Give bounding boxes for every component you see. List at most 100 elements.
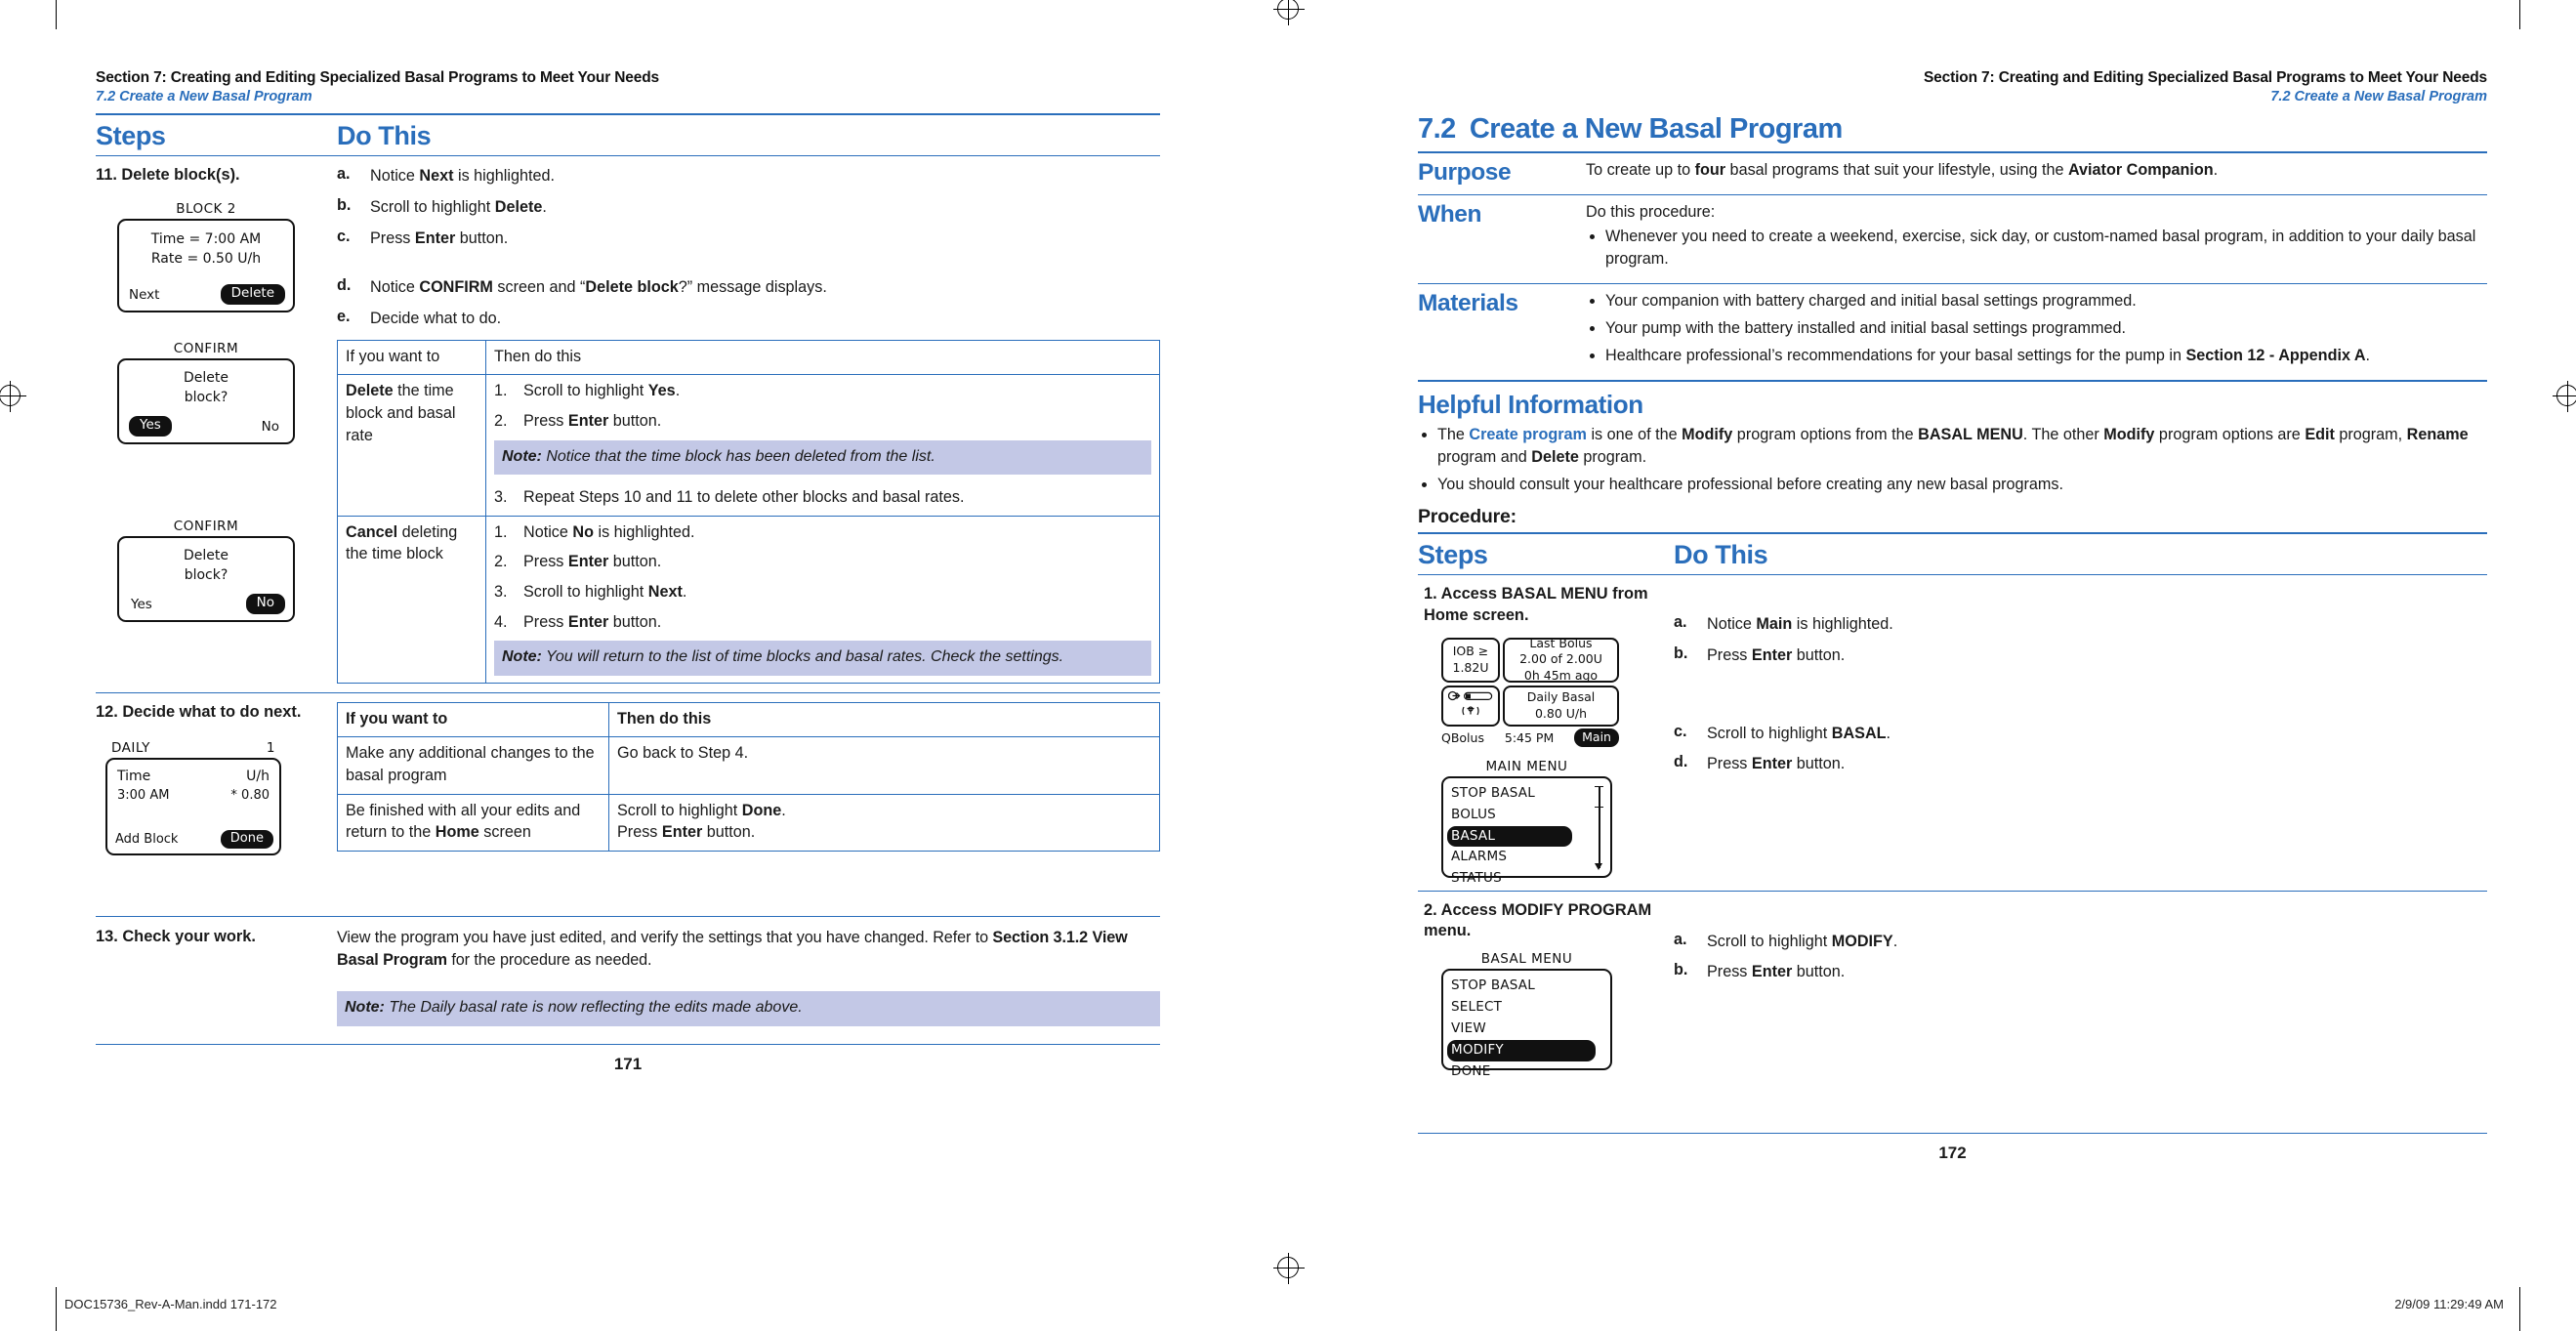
step-12-title: 12. Decide what to do next. bbox=[96, 702, 302, 721]
main-menu-item-stop-basal[interactable]: STOP BASAL bbox=[1447, 783, 1606, 805]
basal-menu-item-done[interactable]: DONE bbox=[1447, 1061, 1606, 1083]
list-item: 2. Press Enter button. bbox=[494, 410, 1151, 433]
left-running-head: Section 7: Creating and Editing Speciali… bbox=[96, 69, 660, 86]
step-11-r1-s2-num: 2. bbox=[494, 411, 508, 430]
step-11c-label: c. bbox=[337, 227, 351, 245]
home-cell-iob[interactable]: IOB ≥ 1.82U bbox=[1441, 637, 1500, 683]
list-item: 3. Scroll to highlight Next. bbox=[494, 581, 1151, 603]
home-cell-last-bolus[interactable]: Last Bolus 2.00 of 2.00U 0h 45m ago bbox=[1503, 636, 1619, 683]
screen-confirm-no-line2: block? bbox=[184, 567, 229, 584]
helpful-information-heading: Helpful Information bbox=[1418, 390, 1643, 420]
step-11-r1-s3-text: Repeat Steps 10 and 11 to delete other b… bbox=[523, 487, 965, 506]
purpose-body: To create up to four basal programs that… bbox=[1586, 161, 2219, 180]
right-page-folio: 172 bbox=[1938, 1144, 1967, 1163]
home-cell-daily-basal[interactable]: Daily Basal 0.80 U/h bbox=[1503, 685, 1619, 727]
step-11b-label: b. bbox=[337, 195, 352, 214]
step-11-r2-s4-num: 4. bbox=[494, 612, 508, 631]
basal-menu-item-view[interactable]: VIEW bbox=[1447, 1019, 1606, 1040]
print-slug-left: DOC15736_Rev-A-Man.indd 171-172 bbox=[64, 1297, 277, 1311]
list-item: 2. Press Enter button. bbox=[494, 551, 1151, 573]
step-11-r2-s1-text: Notice No is highlighted. bbox=[523, 522, 695, 541]
screen-confirm-no-line1: Delete bbox=[184, 547, 229, 563]
step-12-row2-if: Be finished with all your edits and retu… bbox=[337, 793, 609, 853]
main-menu-item-basal[interactable]: BASAL bbox=[1447, 825, 1572, 848]
step-11c: c. Press Enter button. bbox=[337, 228, 1160, 250]
screen-block-2-next-button[interactable]: Next bbox=[129, 287, 159, 303]
step-13-note-label: Note: bbox=[345, 999, 385, 1017]
page-172: Section 7: Creating and Editing Speciali… bbox=[1288, 0, 2576, 1331]
screen-daily-caption: DAILY bbox=[111, 740, 150, 757]
screen-basal-menu: BASAL MENU STOP BASAL SELECT VIEW MODIFY… bbox=[1441, 951, 1612, 1079]
screen-daily-done-button[interactable]: Done bbox=[220, 829, 273, 850]
screen-confirm-yes-no-button[interactable]: No bbox=[262, 419, 279, 435]
list-item: 3. Repeat Steps 10 and 11 to delete othe… bbox=[494, 486, 1151, 509]
step-11-left-column: 11. Delete block(s). BLOCK 2 Time = 7:00… bbox=[96, 165, 337, 622]
home-bolus-label: Last Bolus bbox=[1529, 636, 1593, 651]
screen-confirm-yes-yes-button[interactable]: Yes bbox=[129, 416, 172, 437]
step-13-left-column: 13. Check your work. bbox=[96, 927, 337, 948]
screen-confirm-yes-line2: block? bbox=[184, 390, 229, 406]
step-11e: e. Decide what to do. bbox=[337, 308, 1160, 330]
when-intro: Do this procedure: bbox=[1586, 203, 1716, 222]
step-12-left-column: 12. Decide what to do next. DAILY 1 Time… bbox=[96, 702, 337, 856]
list-item: The Create program is one of the Modify … bbox=[1437, 424, 2487, 469]
helpful-information-list: The Create program is one of the Modify … bbox=[1418, 424, 2487, 496]
print-slug-right: 2/9/09 11:29:49 AM bbox=[2394, 1297, 2504, 1311]
main-menu-item-bolus[interactable]: BOLUS bbox=[1447, 805, 1606, 826]
table-row: Make any additional changes to the basal… bbox=[337, 736, 1160, 795]
basal-menu-item-modify[interactable]: MODIFY bbox=[1447, 1039, 1596, 1061]
screen-daily-row1-rate: * 0.80 bbox=[230, 788, 270, 804]
main-menu-scrollbar[interactable] bbox=[1595, 785, 1603, 870]
step-11-r2-s2-num: 2. bbox=[494, 553, 508, 571]
step-11-r2-s3-num: 3. bbox=[494, 583, 508, 601]
screen-block-2-delete-button[interactable]: Delete bbox=[220, 284, 285, 305]
screen-confirm-no-no-button[interactable]: No bbox=[245, 594, 285, 614]
home-iob-label: IOB ≥ bbox=[1452, 644, 1489, 659]
right-step-1-title: 1. Access BASAL MENU from Home screen. bbox=[1424, 585, 1648, 624]
list-item: Your companion with battery charged and … bbox=[1605, 290, 2487, 312]
battery-and-arrow-icon bbox=[1448, 690, 1493, 701]
list-item: 1. Notice No is highlighted. bbox=[494, 521, 1151, 544]
step-11-r2-s4-text: Press Enter button. bbox=[523, 612, 662, 631]
main-menu-item-alarms[interactable]: ALARMS bbox=[1447, 847, 1606, 868]
screen-confirm-yes: CONFIRM Delete block? Yes No bbox=[117, 341, 295, 444]
step-11-r2-s3-text: Scroll to highlight Next. bbox=[523, 583, 687, 601]
left-steps-table-header: Steps Do This bbox=[96, 115, 1160, 155]
home-qbolus-button[interactable]: QBolus bbox=[1441, 730, 1484, 745]
right-step-1a-label: a. bbox=[1674, 613, 1687, 632]
step-11-r2-s2-text: Press Enter button. bbox=[523, 553, 662, 571]
when-body: Do this procedure: Whenever you need to … bbox=[1586, 201, 2487, 275]
home-cell-status-icons[interactable] bbox=[1441, 685, 1500, 727]
main-menu-item-status[interactable]: STATUS bbox=[1447, 868, 1606, 890]
home-screen-footer: QBolus 5:45 PM Main bbox=[1441, 728, 1619, 747]
section-number: 7.2 bbox=[1418, 113, 1456, 146]
when-bullet-list: Whenever you need to create a weekend, e… bbox=[1586, 226, 2487, 270]
step-11b: b. Scroll to highlight Delete. bbox=[337, 196, 1160, 219]
step-11a-text: Notice Next is highlighted. bbox=[370, 167, 555, 186]
materials-row: Materials Your companion with battery ch… bbox=[1418, 284, 2487, 380]
screen-confirm-yes-line1: Delete bbox=[184, 369, 229, 386]
basal-menu-item-select[interactable]: SELECT bbox=[1447, 997, 1606, 1019]
step-11-table-header-then: Then do this bbox=[485, 339, 1160, 376]
when-row: When Do this procedure: Whenever you nee… bbox=[1418, 195, 2487, 283]
step-11-row2-then: 1. Notice No is highlighted. 2. Press En… bbox=[485, 515, 1160, 684]
table-row: If you want to Then do this bbox=[337, 339, 1160, 376]
right-step-2b-text: Press Enter button. bbox=[1707, 963, 1846, 981]
step-13-row: 13. Check your work. View the program yo… bbox=[96, 917, 1160, 1031]
step-11-row2-note-text: You will return to the list of time bloc… bbox=[541, 648, 1064, 666]
right-step-2-left-column: 2. Access MODIFY PROGRAM menu. BASAL MEN… bbox=[1418, 900, 1674, 1079]
right-step-1c: c. Scroll to highlight BASAL. bbox=[1674, 723, 2487, 745]
home-screen-grid: IOB ≥ 1.82U Last Bolus 2.00 of 2.00U 0h … bbox=[1441, 636, 1619, 727]
step-12-decision-table: If you want to Then do this Make any add… bbox=[337, 701, 1160, 853]
screen-daily-add-block-button[interactable]: Add Block bbox=[115, 832, 178, 847]
left-running-subhead: 7.2 Create a New Basal Program bbox=[96, 89, 312, 105]
table-row: Delete the time block and basal rate 1. … bbox=[337, 374, 1160, 517]
right-step-1d: d. Press Enter button. bbox=[1674, 753, 2487, 775]
basal-menu-item-stop-basal[interactable]: STOP BASAL bbox=[1447, 976, 1606, 997]
screen-confirm-no-yes-button[interactable]: Yes bbox=[131, 597, 152, 612]
home-main-button[interactable]: Main bbox=[1574, 728, 1619, 747]
purpose-row: Purpose To create up to four basal progr… bbox=[1418, 153, 2487, 194]
right-steps-header-label: Steps bbox=[1418, 540, 1488, 570]
screen-home: IOB ≥ 1.82U Last Bolus 2.00 of 2.00U 0h … bbox=[1441, 636, 1666, 747]
right-dothis-header-label: Do This bbox=[1674, 540, 1768, 570]
